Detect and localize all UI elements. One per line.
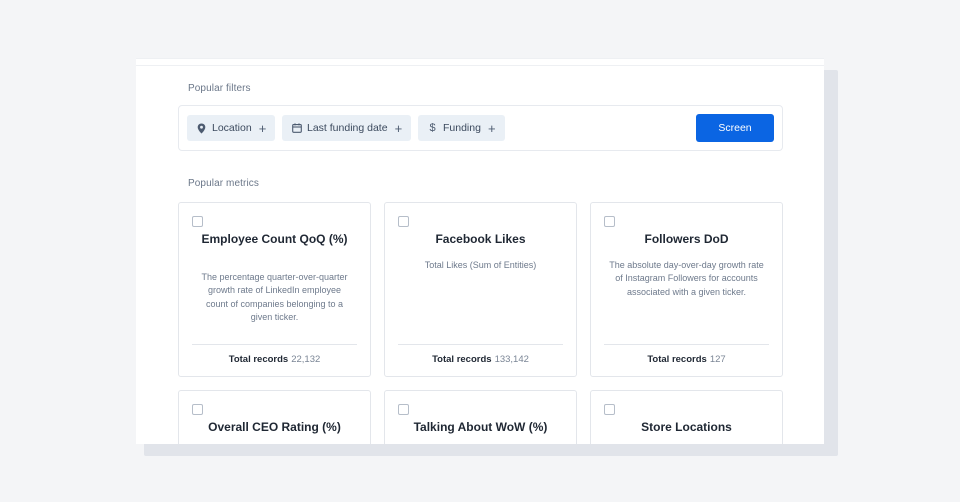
metric-card-talking-about-wow[interactable]: Talking About WoW (%) [384,390,577,444]
metric-title: Followers DoD [644,232,729,246]
card-divider [604,344,769,345]
metric-description: Total Likes (Sum of Entities) [424,260,537,270]
metric-checkbox[interactable] [398,216,409,227]
plus-icon: + [258,120,267,136]
filter-chip-label: Last funding date [307,122,388,134]
total-records-value: 22,132 [291,354,321,365]
total-records-label: Total records [228,354,289,365]
metric-title: Overall CEO Rating (%) [208,420,341,434]
plus-icon: + [394,120,403,136]
filter-bar: Location + Last funding date + $ Funding… [178,105,783,151]
card-divider [192,344,357,345]
dollar-icon: $ [429,122,436,134]
metric-title: Employee Count QoQ (%) [201,232,348,246]
panel-divider [136,65,824,66]
total-records: Total records 133,142 [385,354,576,365]
card-divider [398,344,563,345]
plus-icon: + [487,120,496,136]
metric-checkbox[interactable] [192,216,203,227]
metric-title: Talking About WoW (%) [413,420,548,434]
metric-checkbox[interactable] [192,404,203,415]
screen-button[interactable]: Screen [696,114,774,142]
metric-card-facebook-likes[interactable]: Facebook Likes Total Likes (Sum of Entit… [384,202,577,377]
popular-filters-label: Popular filters [188,83,251,94]
filter-chip-label: Location [212,122,252,134]
calendar-icon [291,123,302,134]
metric-description: The absolute day-over-day growth rate of… [609,260,764,297]
total-records-value: 127 [709,354,726,365]
filter-chip-label: Funding [443,122,481,134]
metric-title: Facebook Likes [435,232,526,246]
metric-card-followers-dod[interactable]: Followers DoD The absolute day-over-day … [590,202,783,377]
metric-card-store-locations[interactable]: Store Locations [590,390,783,444]
screener-panel: Popular filters Location + Last funding … [136,58,824,444]
metric-card-overall-ceo-rating[interactable]: Overall CEO Rating (%) [178,390,371,444]
total-records: Total records 22,132 [179,354,370,365]
total-records: Total records 127 [591,354,782,365]
metric-checkbox[interactable] [604,216,615,227]
filter-chip-last-funding-date[interactable]: Last funding date + [282,115,412,141]
popular-metrics-label: Popular metrics [188,178,259,189]
total-records-value: 133,142 [494,354,529,365]
filter-chip-funding[interactable]: $ Funding + [418,115,505,141]
total-records-label: Total records [647,354,707,365]
metric-description: The percentage quarter-over-quarter grow… [201,272,348,322]
metric-checkbox[interactable] [398,404,409,415]
filter-chip-location[interactable]: Location + [187,115,276,141]
total-records-label: Total records [432,354,492,365]
metric-checkbox[interactable] [604,404,615,415]
location-pin-icon [196,123,207,134]
metric-card-employee-count-qoq[interactable]: Employee Count QoQ (%) The percentage qu… [178,202,371,377]
metric-title: Store Locations [641,420,732,434]
